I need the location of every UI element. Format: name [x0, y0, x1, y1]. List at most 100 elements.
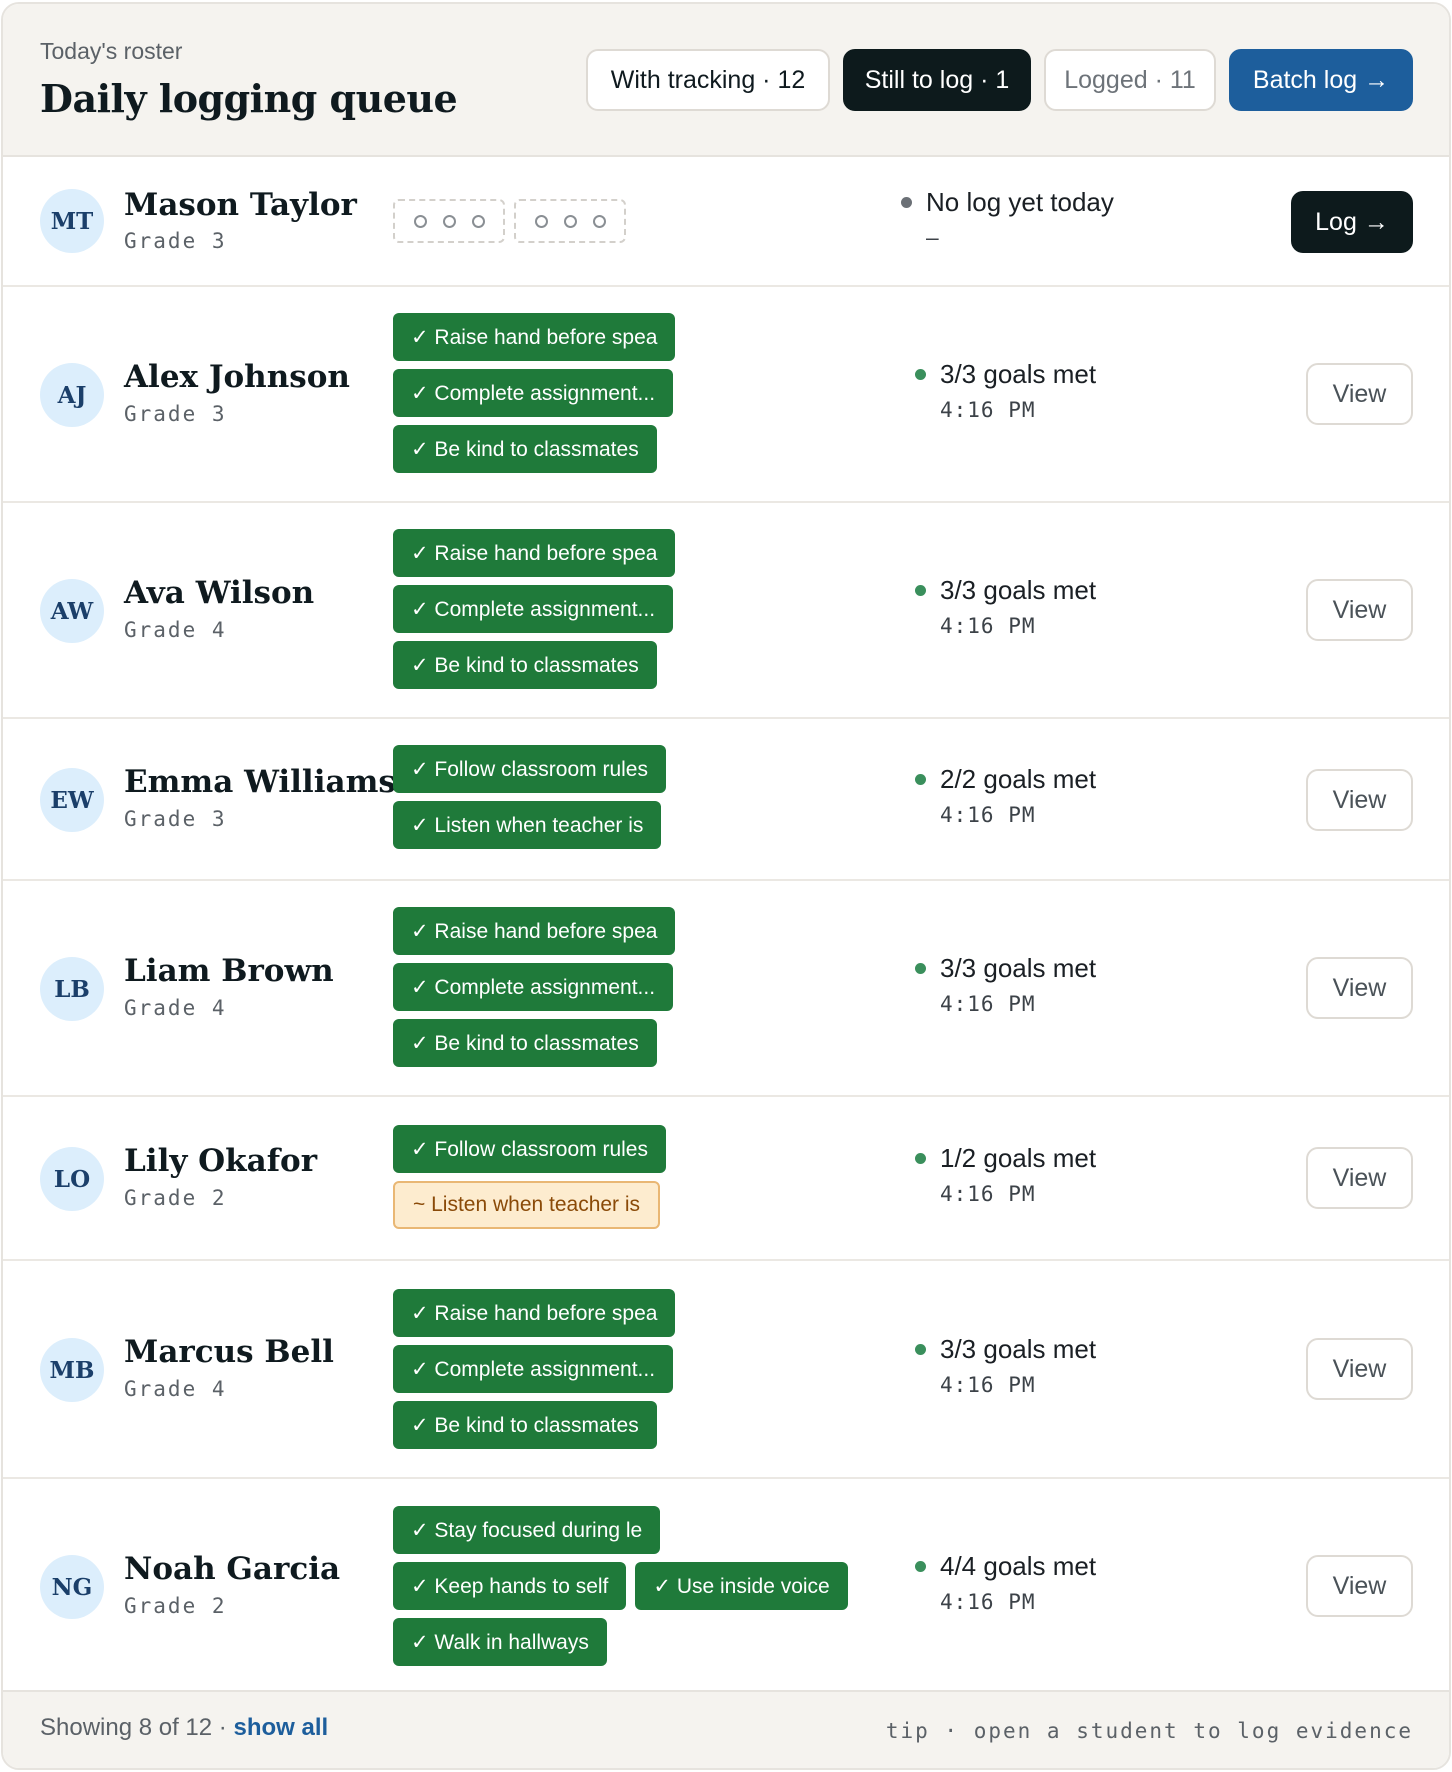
filter-logged[interactable]: Logged · 11 — [1044, 49, 1216, 111]
view-button[interactable]: View — [1306, 769, 1413, 831]
view-button[interactable]: View — [1306, 1555, 1413, 1617]
roster-eyebrow: Today's roster — [40, 38, 183, 64]
empty-circle-icon — [471, 214, 485, 228]
view-button[interactable]: View — [1306, 1338, 1413, 1400]
goal-tag: ✓ Complete assignment... — [393, 585, 674, 633]
student-row-emma-williams[interactable]: EW Emma Williams Grade 3 ✓ Follow classr… — [3, 719, 1449, 881]
log-status: 3/3 goals met 4:16 PM — [915, 1334, 1096, 1397]
tip-text: tip · open a student to log evidence — [885, 1719, 1413, 1743]
student-name: Emma Williams — [124, 764, 396, 800]
student-row-alex-johnson[interactable]: AJ Alex Johnson Grade 3 ✓ Raise hand bef… — [3, 287, 1449, 503]
empty-circle-icon — [592, 214, 606, 228]
log-status: No log yet today — — [901, 187, 1114, 250]
goal-tag: ✓ Stay focused during le — [393, 1506, 661, 1554]
goal-tag: ✓ Complete assignment... — [393, 1345, 674, 1393]
goal-tags: ✓ Raise hand before spea ✓ Complete assi… — [393, 313, 873, 473]
log-status: 3/3 goals met 4:16 PM — [915, 359, 1096, 422]
goal-tag: ✓ Follow classroom rules — [393, 1125, 666, 1173]
filter-bar: With tracking · 12 Still to log · 1 Logg… — [586, 49, 1413, 111]
goal-tag: ✓ Listen when teacher is — [393, 801, 662, 849]
student-grade: Grade 4 — [124, 618, 227, 642]
avatar: AW — [40, 579, 104, 643]
student-row-liam-brown[interactable]: LB Liam Brown Grade 4 ✓ Raise hand befor… — [3, 881, 1449, 1097]
log-time: 4:16 PM — [940, 398, 1036, 422]
batch-log-button[interactable]: Batch log → — [1229, 49, 1413, 111]
status-dot-icon — [915, 1153, 926, 1164]
log-status: 3/3 goals met 4:16 PM — [915, 575, 1096, 638]
goal-tag: ✓ Raise hand before spea — [393, 529, 676, 577]
log-time: 4:16 PM — [940, 992, 1036, 1016]
student-name: Ava Wilson — [124, 575, 315, 611]
avatar: LB — [40, 957, 104, 1021]
goal-tag: ✓ Use inside voice — [635, 1562, 848, 1610]
log-time: 4:16 PM — [940, 803, 1036, 827]
status-dot-icon — [915, 963, 926, 974]
log-time: — — [926, 226, 940, 250]
goal-tag: ✓ Follow classroom rules — [393, 745, 666, 793]
goal-tags: ✓ Follow classroom rules ✓ Listen when t… — [393, 745, 873, 849]
goal-tag: ✓ Walk in hallways — [393, 1618, 607, 1666]
student-row-noah-garcia[interactable]: NG Noah Garcia Grade 2 ✓ Stay focused du… — [3, 1479, 1449, 1693]
goal-tags: ✓ Follow classroom rules ~ Listen when t… — [393, 1125, 873, 1229]
status-text: 3/3 goals met — [940, 575, 1097, 605]
empty-goal-slot — [393, 199, 505, 243]
status-dot-icon — [901, 197, 912, 208]
goal-tag: ✓ Keep hands to self — [393, 1562, 627, 1610]
student-grade: Grade 2 — [124, 1594, 227, 1618]
log-time: 4:16 PM — [940, 1182, 1036, 1206]
goal-tags: ✓ Raise hand before spea ✓ Complete assi… — [393, 907, 873, 1067]
log-status: 4/4 goals met 4:16 PM — [915, 1551, 1096, 1614]
goal-tag: ✓ Complete assignment... — [393, 369, 674, 417]
goal-tag: ✓ Raise hand before spea — [393, 1289, 676, 1337]
student-grade: Grade 3 — [124, 807, 227, 831]
student-name: Noah Garcia — [124, 1551, 341, 1587]
status-text: 3/3 goals met — [940, 359, 1097, 389]
goal-tag: ✓ Be kind to classmates — [393, 1019, 657, 1067]
student-row-marcus-bell[interactable]: MB Marcus Bell Grade 4 ✓ Raise hand befo… — [3, 1261, 1449, 1479]
goal-tag-partial: ~ Listen when teacher is — [393, 1181, 661, 1229]
status-dot-icon — [915, 774, 926, 785]
student-row-lily-okafor[interactable]: LO Lily Okafor Grade 2 ✓ Follow classroo… — [3, 1097, 1449, 1261]
view-button[interactable]: View — [1306, 579, 1413, 641]
view-button[interactable]: View — [1306, 1147, 1413, 1209]
empty-circle-icon — [413, 214, 427, 228]
student-row-ava-wilson[interactable]: AW Ava Wilson Grade 4 ✓ Raise hand befor… — [3, 503, 1449, 719]
view-button[interactable]: View — [1306, 957, 1413, 1019]
page-title: Daily logging queue — [40, 76, 458, 121]
goal-tag: ✓ Be kind to classmates — [393, 425, 657, 473]
status-dot-icon — [915, 1561, 926, 1572]
status-dot-icon — [915, 585, 926, 596]
student-grade: Grade 3 — [124, 402, 227, 426]
goal-tag: ✓ Raise hand before spea — [393, 907, 676, 955]
avatar: MT — [40, 189, 104, 253]
goal-tags: ✓ Raise hand before spea ✓ Complete assi… — [393, 1289, 873, 1449]
student-row-mason-taylor[interactable]: MT Mason Taylor Grade 3 No log yet today… — [3, 157, 1449, 287]
empty-circle-icon — [442, 214, 456, 228]
log-time: 4:16 PM — [940, 1373, 1036, 1397]
status-text: 4/4 goals met — [940, 1551, 1097, 1581]
log-time: 4:16 PM — [940, 1590, 1036, 1614]
status-dot-icon — [915, 369, 926, 380]
filter-with-tracking[interactable]: With tracking · 12 — [586, 49, 830, 111]
log-time: 4:16 PM — [940, 614, 1036, 638]
avatar: NG — [40, 1555, 104, 1619]
student-name: Alex Johnson — [124, 359, 350, 395]
student-name: Liam Brown — [124, 953, 334, 989]
goal-placeholders — [393, 199, 626, 243]
student-grade: Grade 3 — [124, 229, 227, 253]
show-all-link[interactable]: show all — [233, 1714, 328, 1741]
status-dot-icon — [915, 1344, 926, 1355]
log-button[interactable]: Log → — [1291, 191, 1413, 253]
goal-tag: ✓ Raise hand before spea — [393, 313, 676, 361]
goal-tag: ✓ Complete assignment... — [393, 963, 674, 1011]
showing-text: Showing 8 of 12 · — [40, 1714, 227, 1741]
student-grade: Grade 2 — [124, 1186, 227, 1210]
student-name: Marcus Bell — [124, 1334, 334, 1370]
avatar: AJ — [40, 363, 104, 427]
view-button[interactable]: View — [1306, 363, 1413, 425]
status-text: 1/2 goals met — [940, 1143, 1097, 1173]
avatar: LO — [40, 1147, 104, 1211]
log-status: 3/3 goals met 4:16 PM — [915, 953, 1096, 1016]
filter-still-to-log[interactable]: Still to log · 1 — [843, 49, 1031, 111]
showing-count: Showing 8 of 12 · show all — [40, 1714, 328, 1742]
